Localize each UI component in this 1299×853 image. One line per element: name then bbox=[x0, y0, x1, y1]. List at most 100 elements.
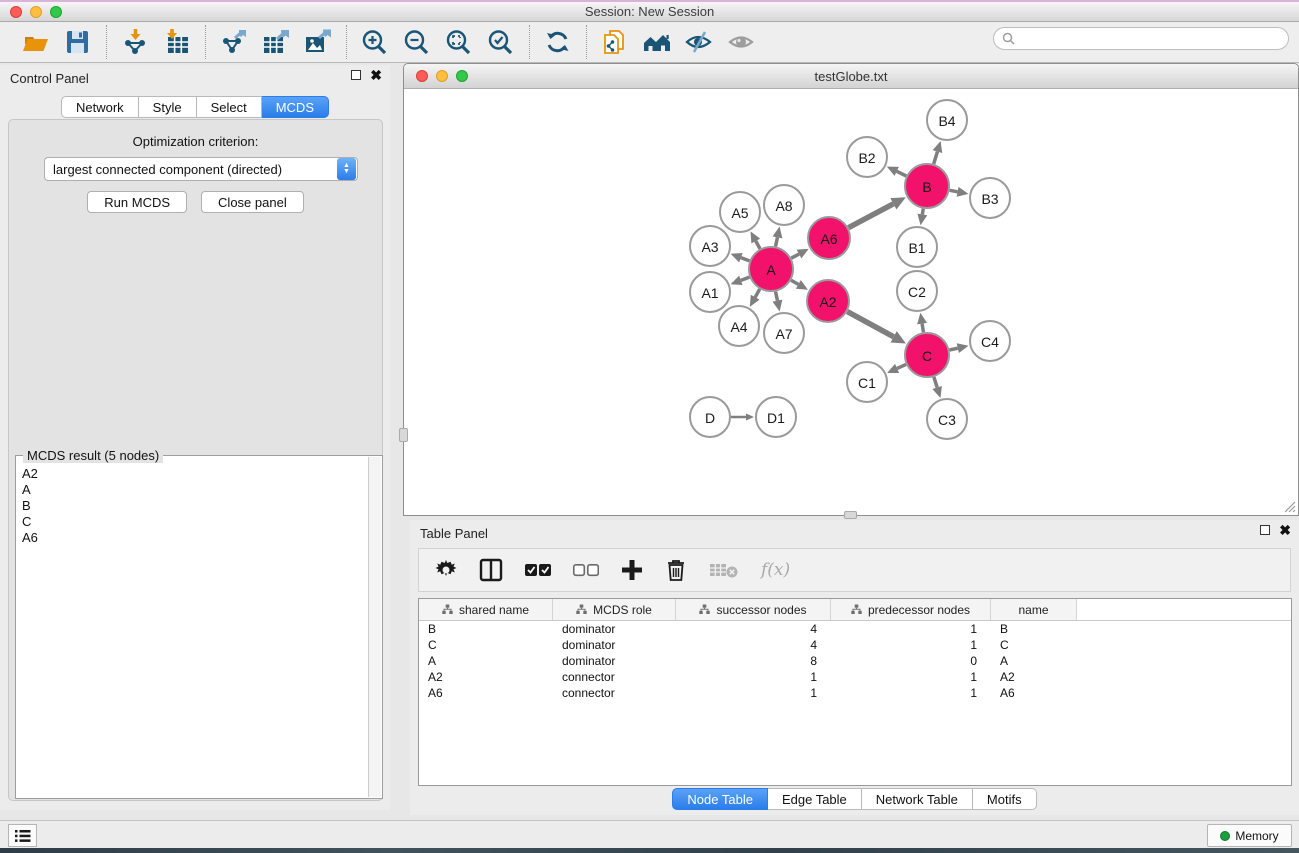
select-all-checked-icon[interactable] bbox=[525, 563, 551, 577]
network-maximize-button[interactable] bbox=[456, 70, 468, 82]
table-cell[interactable]: A2 bbox=[991, 669, 1077, 685]
zoom-fit-icon[interactable] bbox=[443, 26, 475, 58]
main-titlebar[interactable]: Session: New Session bbox=[0, 2, 1299, 22]
table-cell[interactable]: 0 bbox=[831, 653, 991, 669]
memory-button[interactable]: Memory bbox=[1207, 824, 1292, 847]
table-cell[interactable]: A2 bbox=[419, 669, 553, 685]
tab-network-table[interactable]: Network Table bbox=[862, 788, 973, 810]
table-cell[interactable]: A bbox=[991, 653, 1077, 669]
zoom-out-icon[interactable] bbox=[401, 26, 433, 58]
close-table-panel-icon[interactable]: ✖ bbox=[1279, 525, 1291, 535]
table-cell[interactable]: 1 bbox=[831, 685, 991, 701]
table-cell[interactable]: 4 bbox=[676, 621, 831, 637]
graph-edge-B-B2[interactable] bbox=[897, 171, 907, 176]
run-mcds-button[interactable]: Run MCDS bbox=[87, 191, 187, 213]
table-cell[interactable]: C bbox=[991, 637, 1077, 653]
result-item[interactable]: A bbox=[22, 482, 368, 498]
open-folder-icon[interactable] bbox=[20, 26, 52, 58]
tab-style[interactable]: Style bbox=[139, 96, 197, 118]
minimize-window-button[interactable] bbox=[30, 6, 42, 18]
zoom-selected-icon[interactable] bbox=[485, 26, 517, 58]
delete-column-icon[interactable] bbox=[665, 558, 687, 582]
table-cell[interactable]: 4 bbox=[676, 637, 831, 653]
graph-edge-A2-C[interactable] bbox=[847, 312, 893, 337]
tab-motifs[interactable]: Motifs bbox=[973, 788, 1037, 810]
graph-edge-B-B1[interactable] bbox=[922, 209, 923, 215]
tab-network[interactable]: Network bbox=[61, 96, 139, 118]
table-row[interactable]: A2connector11A2 bbox=[419, 669, 1291, 685]
export-image-icon[interactable] bbox=[302, 26, 334, 58]
table-cell[interactable]: 8 bbox=[676, 653, 831, 669]
result-item[interactable]: A2 bbox=[22, 466, 368, 482]
resize-grip-icon[interactable] bbox=[1282, 499, 1296, 513]
import-network-icon[interactable] bbox=[119, 26, 151, 58]
column-visibility-icon[interactable] bbox=[479, 558, 503, 582]
table-cell[interactable]: A6 bbox=[419, 685, 553, 701]
close-window-button[interactable] bbox=[10, 6, 22, 18]
table-row[interactable]: Bdominator41B bbox=[419, 621, 1291, 637]
table-cell[interactable]: B bbox=[419, 621, 553, 637]
zoom-in-icon[interactable] bbox=[359, 26, 391, 58]
table-row[interactable]: Adominator80A bbox=[419, 653, 1291, 669]
bottom-splitter-handle[interactable] bbox=[844, 511, 857, 519]
tab-edge-table[interactable]: Edge Table bbox=[768, 788, 862, 810]
close-panel-icon[interactable]: ✖ bbox=[370, 70, 382, 80]
float-panel-icon[interactable] bbox=[351, 70, 361, 80]
bird-eye-view-icon[interactable] bbox=[725, 26, 757, 58]
column-header[interactable]: predecessor nodes bbox=[831, 599, 991, 620]
graph-edge-A6-B[interactable] bbox=[848, 204, 893, 228]
network-close-button[interactable] bbox=[416, 70, 428, 82]
table-cell[interactable]: 1 bbox=[831, 621, 991, 637]
show-graphics-details-icon[interactable] bbox=[683, 26, 715, 58]
column-header[interactable]: MCDS role bbox=[553, 599, 676, 620]
export-table-icon[interactable] bbox=[260, 26, 292, 58]
tab-mcds[interactable]: MCDS bbox=[262, 96, 329, 118]
network-minimize-button[interactable] bbox=[436, 70, 448, 82]
table-cell[interactable]: 1 bbox=[831, 637, 991, 653]
table-cell[interactable]: dominator bbox=[553, 621, 676, 637]
graph-edge-A-A1[interactable] bbox=[741, 277, 750, 280]
refresh-icon[interactable] bbox=[542, 26, 574, 58]
export-network-icon[interactable] bbox=[218, 26, 250, 58]
column-header[interactable]: name bbox=[991, 599, 1077, 620]
search-input[interactable] bbox=[1016, 28, 1288, 49]
result-item[interactable]: C bbox=[22, 514, 368, 530]
criterion-dropdown[interactable]: largest connected component (directed) ▲… bbox=[44, 157, 358, 181]
save-icon[interactable] bbox=[62, 26, 94, 58]
table-cell[interactable]: connector bbox=[553, 669, 676, 685]
column-header[interactable]: successor nodes bbox=[676, 599, 831, 620]
column-header[interactable]: shared name bbox=[419, 599, 553, 620]
search-field[interactable] bbox=[993, 27, 1289, 50]
copy-network-icon[interactable] bbox=[599, 26, 631, 58]
result-item[interactable]: A6 bbox=[22, 530, 368, 546]
network-canvas[interactable]: B4B2BB3A8A5A6A3B1AA1C2A2A4A7C4CC1C3DD1 bbox=[404, 89, 1298, 515]
graph-edge-C-C1[interactable] bbox=[897, 364, 906, 368]
table-cell[interactable]: A6 bbox=[991, 685, 1077, 701]
graph-edge-B-B3[interactable] bbox=[950, 190, 958, 192]
table-cell[interactable]: dominator bbox=[553, 653, 676, 669]
left-splitter-handle[interactable] bbox=[399, 428, 408, 442]
graph-edge-B-B4[interactable] bbox=[934, 152, 938, 164]
graph-edge-A-A4[interactable] bbox=[755, 289, 760, 297]
table-row[interactable]: Cdominator41C bbox=[419, 637, 1291, 653]
table-cell[interactable]: connector bbox=[553, 685, 676, 701]
table-cell[interactable]: 1 bbox=[676, 685, 831, 701]
graph-edge-A-A5[interactable] bbox=[756, 241, 760, 249]
network-window-titlebar[interactable]: testGlobe.txt bbox=[404, 64, 1298, 89]
add-column-icon[interactable] bbox=[621, 559, 643, 581]
tab-select[interactable]: Select bbox=[197, 96, 262, 118]
result-scrollbar[interactable] bbox=[368, 457, 381, 797]
graph-edge-A-A3[interactable] bbox=[741, 258, 750, 261]
task-history-button[interactable] bbox=[8, 824, 37, 847]
table-cell[interactable]: 1 bbox=[676, 669, 831, 685]
graph-edge-A-A6[interactable] bbox=[791, 254, 799, 258]
graph-edge-C-C3[interactable] bbox=[934, 377, 937, 388]
graph-edge-C-C2[interactable] bbox=[922, 324, 923, 333]
tab-node-table[interactable]: Node Table bbox=[672, 788, 768, 810]
maximize-window-button[interactable] bbox=[50, 6, 62, 18]
result-item[interactable]: B bbox=[22, 498, 368, 514]
table-cell[interactable]: 1 bbox=[831, 669, 991, 685]
table-cell[interactable]: dominator bbox=[553, 637, 676, 653]
table-cell[interactable]: C bbox=[419, 637, 553, 653]
settings-gear-icon[interactable] bbox=[435, 559, 457, 581]
